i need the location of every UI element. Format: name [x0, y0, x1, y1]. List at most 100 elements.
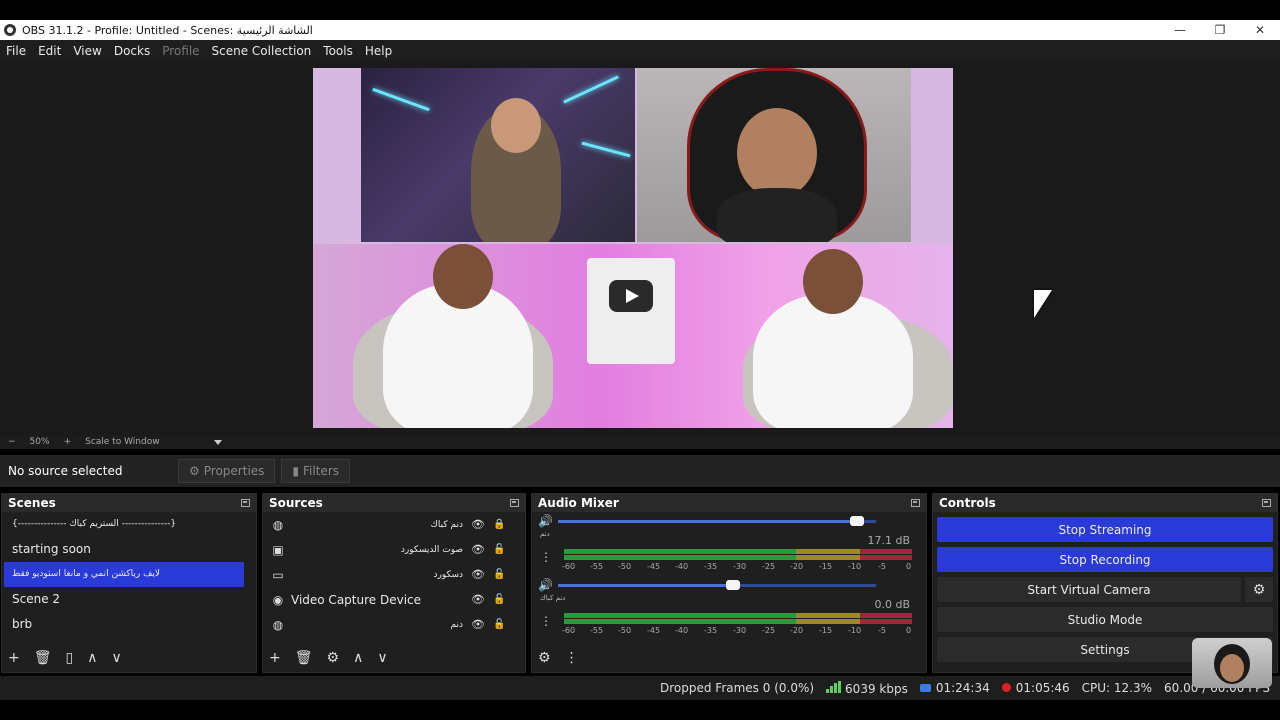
- tick-label: -15: [819, 562, 833, 571]
- source-item[interactable]: ◍ دنم 👁 🔓: [263, 612, 525, 637]
- meter-red: [860, 549, 912, 554]
- volume-knob[interactable]: [726, 579, 740, 590]
- menu-file[interactable]: File: [6, 44, 34, 58]
- dropped-frames: Dropped Frames 0 (0.0%): [659, 681, 815, 695]
- undock-icon[interactable]: [1262, 499, 1271, 507]
- source-item[interactable]: ▭ دسكورد 👁 🔓: [263, 562, 525, 587]
- mixer-title: Audio Mixer: [538, 496, 619, 510]
- camera-feed-top-left: [361, 68, 635, 242]
- move-down-icon[interactable]: ∨: [111, 650, 121, 666]
- source-item[interactable]: ◉ Video Capture Device 👁 🔓: [263, 587, 525, 612]
- controls-header: Controls: [933, 494, 1277, 512]
- menu-view[interactable]: View: [73, 44, 109, 58]
- zoom-in-button[interactable]: +: [64, 437, 72, 447]
- tick-label: -40: [675, 626, 689, 635]
- filters-label: Filters: [303, 464, 340, 478]
- undock-icon[interactable]: [510, 499, 519, 507]
- menu-help[interactable]: Help: [365, 44, 400, 58]
- tick-label: -35: [704, 626, 718, 635]
- kebab-menu-icon[interactable]: ⋮: [540, 550, 552, 564]
- move-down-icon[interactable]: ∨: [377, 650, 387, 666]
- advanced-audio-icon[interactable]: ⚙: [538, 650, 551, 666]
- mixer-header: Audio Mixer: [532, 494, 926, 512]
- speaker-icon[interactable]: 🔊: [538, 514, 553, 528]
- speaker-icon[interactable]: 🔊: [538, 578, 553, 592]
- scene-item[interactable]: Scene 2: [4, 587, 244, 612]
- eye-icon[interactable]: 👁: [471, 518, 485, 531]
- menu-edit[interactable]: Edit: [38, 44, 69, 58]
- meter-green: [564, 549, 796, 554]
- move-up-icon[interactable]: ∧: [353, 650, 363, 666]
- filter-icon[interactable]: ▯: [66, 650, 74, 666]
- virtual-camera-settings-gear-icon[interactable]: ⚙: [1245, 577, 1273, 602]
- lock-icon[interactable]: 🔒: [493, 519, 505, 530]
- lock-icon[interactable]: 🔓: [493, 619, 505, 630]
- volume-slider[interactable]: [558, 579, 876, 590]
- move-up-icon[interactable]: ∧: [87, 650, 97, 666]
- tick-label: -20: [790, 626, 804, 635]
- add-icon[interactable]: +: [269, 650, 281, 666]
- meter-yellow: [796, 555, 860, 560]
- studio-mode-button[interactable]: Studio Mode: [937, 607, 1273, 632]
- tick-label: -30: [733, 562, 747, 571]
- scenes-footer: + 🗑 ▯ ∧ ∨: [2, 644, 256, 672]
- scale-mode-select[interactable]: Scale to Window: [85, 437, 159, 447]
- menu-profile[interactable]: Profile: [162, 44, 207, 58]
- scene-item-selected[interactable]: لايف رياكشن انمي و مانغا استوديو فقط: [4, 562, 244, 587]
- neon-light: [372, 87, 430, 112]
- scene-item[interactable]: {--------------- الستريم كباك ----------…: [4, 512, 244, 537]
- source-item[interactable]: ▣ صوت الديسكورد 👁 🔓: [263, 537, 525, 562]
- properties-button[interactable]: ⚙ Properties: [178, 459, 276, 483]
- zoom-out-button[interactable]: −: [8, 437, 16, 447]
- lock-icon[interactable]: 🔓: [493, 594, 505, 605]
- menu-docks[interactable]: Docks: [114, 44, 158, 58]
- person-right: [753, 294, 913, 428]
- tick-label: -60: [562, 562, 576, 571]
- sources-dock: Sources ◍ دنم كباك 👁 🔒 ▣ صوت الديسكورد 👁…: [262, 493, 526, 673]
- preview-canvas[interactable]: [313, 68, 953, 428]
- volume-slider[interactable]: [558, 515, 876, 526]
- source-name: دنم كباك: [430, 519, 463, 530]
- stop-streaming-button[interactable]: Stop Streaming: [937, 517, 1273, 542]
- source-item[interactable]: ◍ دنم كباك 👁 🔒: [263, 512, 525, 537]
- lock-icon[interactable]: 🔓: [493, 569, 505, 580]
- scene-item[interactable]: brb: [4, 612, 244, 637]
- tick-label: -10: [848, 626, 862, 635]
- controls-title: Controls: [939, 496, 996, 510]
- mixer-channel: 🔊 دنم كباك 0.0 dB ⋮ -60 -55 -50 -45 -40 …: [532, 576, 926, 640]
- person-head: [737, 108, 817, 198]
- kebab-menu-icon[interactable]: ⋮: [540, 614, 552, 628]
- scene-item[interactable]: starting soon: [4, 537, 244, 562]
- lock-icon[interactable]: 🔓: [493, 544, 505, 555]
- chevron-down-icon[interactable]: [213, 439, 222, 445]
- gear-icon[interactable]: ⚙: [327, 650, 340, 666]
- tick-label: -25: [762, 626, 776, 635]
- person: [717, 188, 837, 242]
- eye-icon[interactable]: 👁: [471, 618, 485, 631]
- volume-knob[interactable]: [850, 515, 864, 526]
- undock-icon[interactable]: [241, 499, 250, 507]
- minimize-button[interactable]: —: [1160, 20, 1200, 40]
- undock-icon[interactable]: [911, 499, 920, 507]
- menu-scene-collection[interactable]: Scene Collection: [212, 44, 320, 58]
- eye-icon[interactable]: 👁: [471, 568, 485, 581]
- trash-icon[interactable]: 🗑: [295, 650, 313, 666]
- tick-label: -35: [704, 562, 718, 571]
- kebab-menu-icon[interactable]: ⋮: [565, 650, 579, 666]
- person-head: [433, 244, 493, 309]
- filters-button[interactable]: ▮ Filters: [281, 459, 351, 483]
- maximize-button[interactable]: ❐: [1200, 20, 1240, 40]
- bitrate-status: 6039 kbps: [826, 680, 908, 696]
- menu-tools[interactable]: Tools: [323, 44, 361, 58]
- stop-recording-button[interactable]: Stop Recording: [937, 547, 1273, 572]
- rec-time: 01:05:46: [1015, 681, 1070, 695]
- eye-icon[interactable]: 👁: [471, 543, 485, 556]
- channel-db: 17.1 dB: [867, 534, 910, 547]
- trash-icon[interactable]: 🗑: [34, 650, 52, 666]
- close-button[interactable]: ✕: [1240, 20, 1280, 40]
- mixer-footer: ⚙ ⋮: [532, 644, 926, 672]
- add-icon[interactable]: +: [8, 650, 20, 666]
- eye-icon[interactable]: 👁: [471, 593, 485, 606]
- tick-label: -40: [675, 562, 689, 571]
- start-virtual-camera-button[interactable]: Start Virtual Camera: [937, 577, 1241, 602]
